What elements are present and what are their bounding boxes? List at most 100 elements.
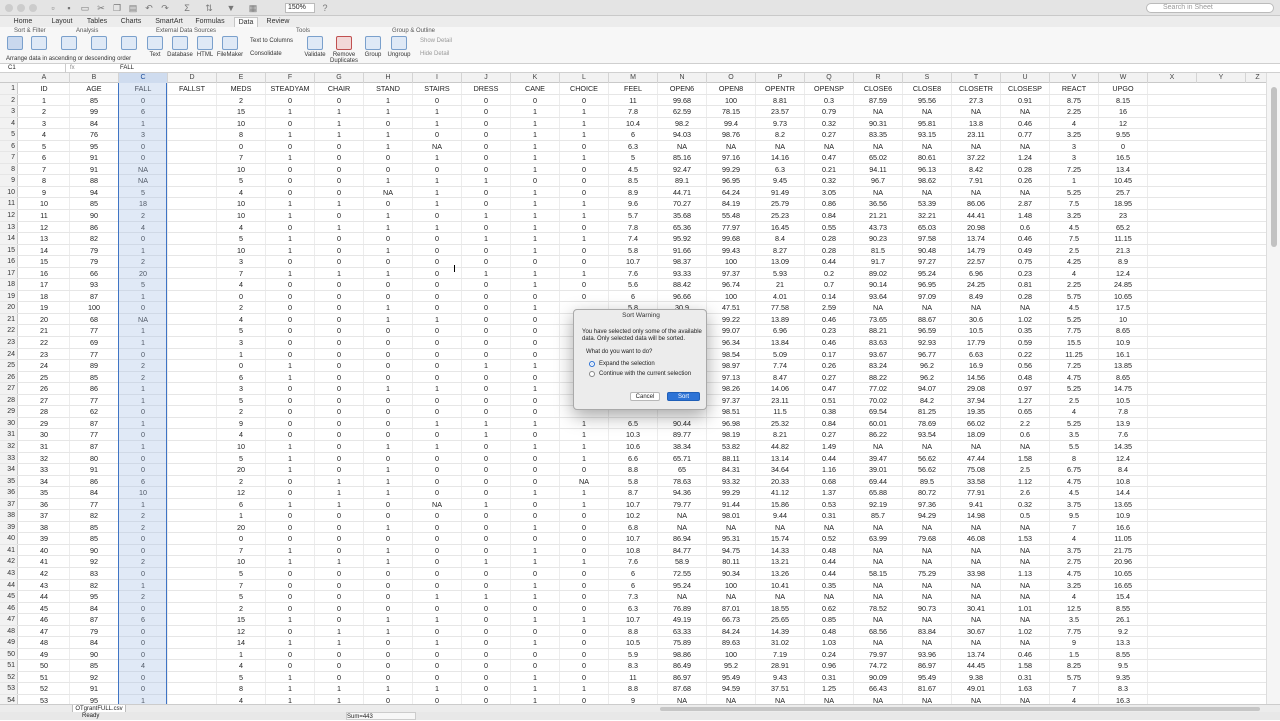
cell[interactable]: NA (952, 579, 1001, 591)
cell[interactable]: 0 (413, 348, 462, 360)
column-header-g[interactable]: G (315, 73, 364, 83)
cell[interactable]: 0.44 (805, 567, 854, 579)
cell[interactable]: 95 (70, 694, 119, 704)
cell[interactable]: 12 (217, 487, 266, 498)
cell[interactable]: 79 (70, 625, 119, 637)
cell[interactable]: 0 (266, 348, 315, 360)
cell[interactable]: NA (903, 521, 952, 533)
cell[interactable]: 99.68 (707, 233, 756, 244)
cell[interactable]: 2 (217, 94, 266, 106)
cell[interactable]: 38.34 (658, 440, 707, 452)
cell[interactable]: 0 (364, 337, 413, 348)
cell[interactable]: 42 (19, 567, 70, 579)
database-button[interactable]: Database (166, 36, 194, 58)
cell[interactable]: 0 (266, 533, 315, 544)
cell[interactable]: 0 (364, 406, 413, 417)
cell[interactable]: 0.31 (1001, 671, 1050, 683)
cell[interactable]: 0 (462, 94, 511, 106)
cell[interactable]: 0 (217, 140, 266, 152)
cell[interactable]: 84 (70, 117, 119, 129)
show-detail-button[interactable]: Show Detail (420, 38, 460, 44)
cell[interactable]: 1 (511, 579, 560, 591)
column-header-t[interactable]: T (952, 73, 1001, 83)
cell[interactable]: 0 (119, 602, 168, 614)
cell[interactable]: 5.5 (1050, 440, 1099, 452)
cell[interactable]: 0 (266, 117, 315, 129)
cell[interactable]: 100 (707, 648, 756, 660)
cell[interactable]: 89.1 (658, 175, 707, 186)
cell[interactable]: 31 (19, 440, 70, 452)
cell[interactable]: 38 (19, 521, 70, 533)
cell[interactable]: 11 (609, 94, 658, 106)
cell[interactable]: 1 (266, 152, 315, 163)
cell[interactable]: 15.86 (756, 498, 805, 510)
cell[interactable]: NA (903, 694, 952, 704)
cell[interactable]: 44.71 (658, 186, 707, 198)
cell[interactable]: 1 (19, 94, 70, 106)
cell[interactable]: 66.02 (952, 417, 1001, 429)
cell[interactable]: NA (1001, 637, 1050, 648)
cell[interactable]: FALLST (168, 83, 217, 94)
cell[interactable]: 84.2 (903, 394, 952, 406)
cell[interactable]: 48 (19, 637, 70, 648)
tab-formulas[interactable]: Formulas (194, 17, 226, 27)
cell[interactable]: CLOSE8 (903, 83, 952, 94)
cell[interactable]: 1 (364, 210, 413, 221)
cell[interactable]: 25.7 (1099, 186, 1148, 198)
cell[interactable]: 0 (413, 579, 462, 591)
cell[interactable]: 1 (462, 591, 511, 602)
row-header[interactable]: 21 (0, 313, 18, 325)
tab-review[interactable]: Review (264, 17, 292, 27)
cell[interactable]: 0 (315, 510, 364, 521)
cell[interactable]: 0 (511, 325, 560, 337)
cell[interactable]: 20 (119, 267, 168, 279)
cell[interactable]: 1 (511, 487, 560, 498)
cell[interactable]: 1 (511, 186, 560, 198)
cell[interactable]: 2 (119, 591, 168, 602)
column-header-k[interactable]: K (511, 73, 560, 83)
cell[interactable]: 85 (70, 660, 119, 671)
cell[interactable]: 97.09 (903, 290, 952, 302)
cell[interactable]: 0 (462, 117, 511, 129)
cell[interactable]: 100 (707, 579, 756, 591)
cell[interactable]: 1 (364, 221, 413, 233)
column-header-s[interactable]: S (903, 73, 952, 83)
cell[interactable]: 25.32 (756, 417, 805, 429)
cell[interactable]: 0 (119, 625, 168, 637)
continue-selection-label[interactable]: Continue with the current selection (599, 371, 691, 377)
row-header[interactable]: 25 (0, 360, 18, 371)
cell[interactable]: 43.73 (854, 221, 903, 233)
tab-smartart[interactable]: SmartArt (152, 17, 186, 27)
cell[interactable]: 0 (462, 313, 511, 325)
cell[interactable]: 96.59 (903, 325, 952, 337)
cell[interactable]: 0 (315, 533, 364, 544)
cell[interactable]: 82 (70, 579, 119, 591)
cell[interactable]: 75.29 (903, 567, 952, 579)
cell[interactable]: 4.75 (1050, 475, 1099, 487)
row-header[interactable]: 5 (0, 129, 18, 140)
cell[interactable]: 0 (315, 313, 364, 325)
cell[interactable]: 8.27 (756, 244, 805, 256)
cell[interactable]: 1 (560, 117, 609, 129)
cell[interactable]: 96.2 (903, 371, 952, 383)
row-header[interactable]: 10 (0, 186, 18, 198)
cell[interactable]: 66.73 (707, 614, 756, 625)
cell[interactable]: 0 (119, 302, 168, 313)
cell[interactable]: 0 (462, 244, 511, 256)
cell[interactable]: 5 (217, 175, 266, 186)
cell[interactable]: 85 (70, 371, 119, 383)
cell[interactable]: 8.47 (756, 371, 805, 383)
cell[interactable]: 20.33 (756, 475, 805, 487)
remove-duplicates-button[interactable]: Remove Duplicates (330, 36, 358, 64)
cell[interactable]: 3.05 (805, 186, 854, 198)
cell[interactable]: NA (903, 579, 952, 591)
cell[interactable]: 1 (266, 556, 315, 567)
cell[interactable] (168, 579, 217, 591)
cell[interactable]: 5 (217, 567, 266, 579)
tab-home[interactable]: Home (6, 17, 40, 27)
cell[interactable]: 0 (119, 533, 168, 544)
cell[interactable]: 30.41 (952, 602, 1001, 614)
cell[interactable]: 0 (560, 521, 609, 533)
cell[interactable]: 32 (19, 452, 70, 464)
cell[interactable]: 1 (315, 267, 364, 279)
